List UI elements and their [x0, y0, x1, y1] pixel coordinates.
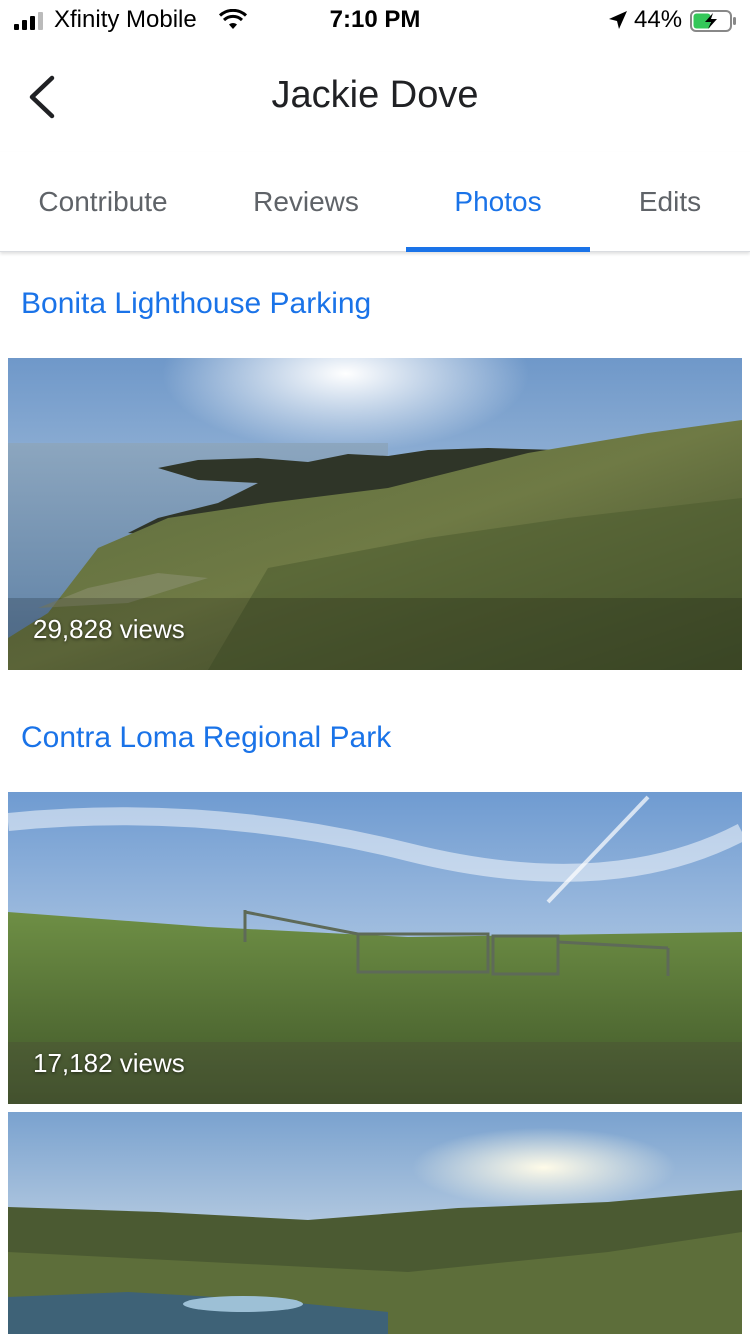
photo-view-count: 17,182 views	[33, 1048, 185, 1078]
battery-percent: 44%	[634, 6, 683, 33]
active-tab-indicator	[406, 247, 590, 252]
tab-contribute[interactable]: Contribute	[0, 152, 206, 252]
place-title-bonita-lighthouse[interactable]: Bonita Lighthouse Parking	[21, 287, 371, 321]
tab-bar: Contribute Reviews Photos Edits	[0, 152, 750, 252]
photo-bonita-lighthouse[interactable]: 29,828 views	[8, 358, 742, 670]
hills-pond-photo	[8, 1112, 742, 1334]
tab-photos[interactable]: Photos	[406, 152, 590, 252]
header: Jackie Dove	[0, 40, 750, 152]
status-bar: Xfinity Mobile 7:10 PM 44%	[0, 0, 750, 40]
tab-edits[interactable]: Edits	[590, 152, 750, 252]
photo-contra-loma-1[interactable]: 17,182 views	[8, 792, 742, 1104]
photo-contra-loma-2[interactable]	[8, 1112, 742, 1334]
photo-view-count: 29,828 views	[33, 614, 185, 644]
place-title-contra-loma[interactable]: Contra Loma Regional Park	[21, 721, 391, 755]
tab-reviews[interactable]: Reviews	[206, 152, 406, 252]
location-arrow-icon	[609, 11, 627, 29]
battery-charging-icon	[690, 10, 736, 32]
page-title: Jackie Dove	[271, 74, 479, 116]
